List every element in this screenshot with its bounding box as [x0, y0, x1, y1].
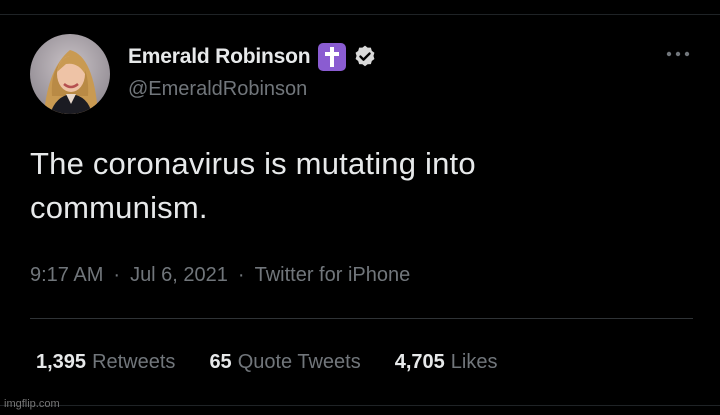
- meta-separator: ·: [113, 264, 121, 286]
- tweet-source[interactable]: Twitter for iPhone: [255, 264, 411, 287]
- retweets-label: Retweets: [92, 351, 176, 373]
- quote-tweets-count: 65: [209, 351, 232, 373]
- likes-stat[interactable]: 4,705 Likes: [395, 351, 498, 374]
- bottom-divider: [0, 405, 720, 406]
- tweet-text-line-1: The coronavirus is mutating into: [30, 146, 476, 181]
- tweet-meta: 9:17 AM · Jul 6, 2021 · Twitter for iPho…: [30, 264, 410, 287]
- stats-divider: [30, 318, 693, 319]
- likes-count: 4,705: [394, 351, 445, 373]
- cross-icon: [318, 43, 347, 71]
- watermark: imgflip.com: [4, 398, 60, 410]
- meta-separator: ·: [237, 264, 245, 286]
- top-divider: [0, 14, 720, 15]
- retweets-stat[interactable]: 1,395 Retweets: [36, 351, 175, 374]
- quote-tweets-label: Quote Tweets: [237, 351, 361, 373]
- user-handle[interactable]: @EmeraldRobinson: [128, 78, 307, 101]
- tweet-card: Emerald Robinson @EmeraldRobinson The co…: [0, 0, 720, 415]
- verified-icon: [352, 44, 378, 70]
- display-name[interactable]: Emerald Robinson: [128, 45, 311, 69]
- tweet-date[interactable]: Jul 6, 2021: [130, 264, 228, 287]
- avatar[interactable]: [30, 34, 110, 114]
- tweet-text-line-2: communism.: [30, 190, 208, 225]
- tweet-time[interactable]: 9:17 AM: [30, 264, 103, 287]
- likes-label: Likes: [450, 351, 498, 373]
- tweet-stats: 1,395 Retweets 65 Quote Tweets 4,705 Lik…: [36, 351, 532, 374]
- quote-tweets-stat[interactable]: 65 Quote Tweets: [209, 351, 360, 374]
- more-options-icon[interactable]: [664, 44, 692, 64]
- retweets-count: 1,395: [36, 351, 87, 373]
- tweet-text: The coronavirus is mutating into communi…: [30, 142, 670, 230]
- name-row: Emerald Robinson: [128, 42, 378, 72]
